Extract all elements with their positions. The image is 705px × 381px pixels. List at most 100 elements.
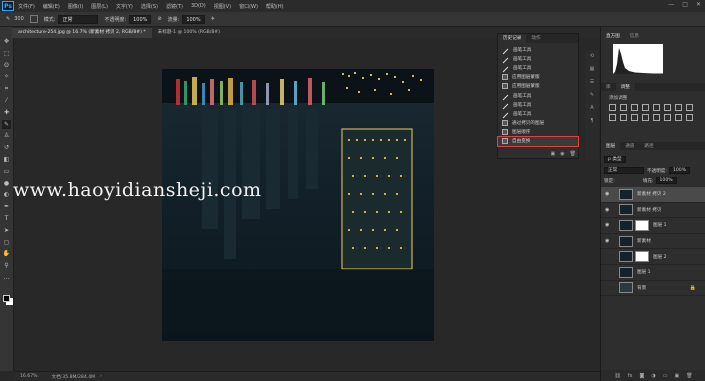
minimize-button[interactable]: — <box>668 1 674 8</box>
brush-panel-icon[interactable]: ✎ <box>590 92 594 98</box>
tab-histogram[interactable]: 直方图 <box>601 33 625 41</box>
history-item[interactable]: 画笔工具 <box>498 45 578 54</box>
black-white-icon[interactable] <box>686 104 693 111</box>
threshold-icon[interactable] <box>664 114 671 121</box>
history-item[interactable]: 画笔工具 <box>498 91 578 100</box>
trash-icon[interactable]: 🗑 <box>570 151 576 157</box>
type-tool-icon[interactable]: T <box>2 214 11 223</box>
layer-row[interactable]: 图层 2 <box>601 249 705 265</box>
tab-adjustments[interactable]: 调整 <box>615 83 635 91</box>
close-button[interactable]: ✕ <box>696 1 701 8</box>
hand-tool-icon[interactable]: ✋ <box>2 249 11 258</box>
paragraph-panel-icon[interactable]: ¶ <box>590 118 593 124</box>
history-item[interactable]: 画笔工具 <box>498 54 578 64</box>
brush-panel-toggle[interactable] <box>29 15 38 23</box>
layer-row[interactable]: 背景 🔒 <box>601 281 705 297</box>
tab-libraries[interactable]: 库 <box>601 83 616 91</box>
layer-row[interactable]: ◉ 新素材 拷贝 <box>601 203 705 219</box>
menu-image[interactable]: 图像(I) <box>68 3 83 10</box>
path-select-tool-icon[interactable]: ➤ <box>2 226 11 235</box>
history-item[interactable]: 画笔工具 <box>498 109 578 119</box>
layer-row[interactable]: 图层 1 <box>601 265 705 281</box>
new-layer-icon[interactable]: ▣ <box>674 373 679 379</box>
visibility-eye-icon[interactable]: ◉ <box>605 207 613 213</box>
shape-tool-icon[interactable]: ▢ <box>2 238 11 247</box>
layer-filter-select[interactable]: p 类型 <box>604 156 626 163</box>
lasso-tool-icon[interactable]: ʘ <box>2 61 11 70</box>
history-item[interactable]: 应用图层蒙版 <box>498 82 578 91</box>
channel-mixer-icon[interactable] <box>620 114 627 121</box>
history-item-selected[interactable]: 自由变换 <box>497 135 579 148</box>
vibrance-icon[interactable] <box>653 104 660 111</box>
curves-icon[interactable] <box>631 104 638 111</box>
tab-channels[interactable]: 通道 <box>620 142 639 150</box>
maximize-button[interactable]: □ <box>682 1 688 8</box>
eraser-tool-icon[interactable]: ◧ <box>2 155 11 164</box>
zoom-tool-icon[interactable]: ⚲ <box>2 261 11 270</box>
healing-tool-icon[interactable]: ✚ <box>2 108 11 117</box>
pen-tool-icon[interactable]: ✒ <box>2 202 11 211</box>
status-arrow-icon[interactable]: › <box>100 374 102 379</box>
history-item[interactable]: 画笔工具 <box>498 100 578 110</box>
photo-filter-icon[interactable] <box>609 114 616 121</box>
swatches-panel-icon[interactable]: ▦ <box>590 66 595 72</box>
brush-tool-icon[interactable]: ✎ <box>2 119 11 129</box>
layer-row[interactable]: ◉ 图层 1 <box>601 218 705 234</box>
menu-window[interactable]: 窗口(W) <box>239 3 258 10</box>
layer-style-icon[interactable]: fx <box>628 373 633 379</box>
visibility-eye-icon[interactable]: ◉ <box>605 222 613 228</box>
trash-icon[interactable]: 🗑 <box>686 373 692 379</box>
menu-edit[interactable]: 编辑(E) <box>43 3 60 10</box>
layer-row[interactable]: ◉ 新素材 <box>601 234 705 250</box>
history-item[interactable]: 应用图层蒙版 <box>498 73 578 82</box>
tab-actions[interactable]: 动作 <box>526 34 545 43</box>
quick-select-tool-icon[interactable]: ✧ <box>2 72 11 81</box>
history-item[interactable]: 画笔工具 <box>498 63 578 73</box>
blur-tool-icon[interactable]: ● <box>2 179 11 188</box>
levels-icon[interactable] <box>620 104 627 111</box>
crop-tool-icon[interactable]: ⌗ <box>2 84 11 93</box>
menu-help[interactable]: 帮助(H) <box>266 3 284 10</box>
tab-untitled[interactable]: 未标题-1 @ 100% (RGB/8#) <box>151 28 226 38</box>
new-document-from-state-icon[interactable]: ▣ <box>551 151 556 157</box>
menu-file[interactable]: 文件(F) <box>18 3 35 10</box>
eyedropper-tool-icon[interactable]: ⁄ <box>2 96 11 105</box>
fill-field[interactable]: 100% <box>655 177 677 184</box>
blend-mode-select[interactable]: 正常 <box>604 167 644 174</box>
tab-paths[interactable]: 路径 <box>639 142 658 150</box>
visibility-eye-icon[interactable]: ◉ <box>605 191 613 197</box>
move-tool-icon[interactable]: ✥ <box>2 37 11 46</box>
visibility-eye-icon[interactable]: ◉ <box>605 238 613 244</box>
opacity-field[interactable]: 100% <box>129 14 152 24</box>
layer-row[interactable]: ◉ 新素材 拷贝 2 <box>601 187 705 203</box>
flow-field[interactable]: 100% <box>182 14 205 24</box>
airbrush-toggle[interactable]: ✈ <box>211 16 215 22</box>
gradient-tool-icon[interactable]: ▭ <box>2 167 11 176</box>
menu-3d[interactable]: 3D(D) <box>191 3 206 9</box>
color-balance-icon[interactable] <box>675 104 682 111</box>
menu-type[interactable]: 文字(Y) <box>116 3 133 10</box>
link-layers-icon[interactable]: ⛓ <box>614 373 620 379</box>
add-mask-icon[interactable]: ◙ <box>640 373 645 379</box>
menu-layer[interactable]: 图层(L) <box>91 3 108 10</box>
city-night-photo[interactable] <box>162 69 434 341</box>
group-icon[interactable]: ▭ <box>663 373 668 379</box>
character-panel-icon[interactable]: A <box>590 105 593 111</box>
color-lookup-icon[interactable] <box>631 114 638 121</box>
hue-saturation-icon[interactable] <box>664 104 671 111</box>
pressure-opacity-toggle[interactable]: ⊘ <box>157 16 161 22</box>
tab-info[interactable]: 信息 <box>625 33 644 41</box>
more-tools-icon[interactable]: … <box>2 273 11 282</box>
history-brush-tool-icon[interactable]: ↺ <box>2 143 11 152</box>
menu-view[interactable]: 视图(V) <box>214 3 231 10</box>
adjustment-layer-icon[interactable]: ◑ <box>651 373 655 379</box>
properties-panel-icon[interactable]: ☰ <box>590 79 594 85</box>
brush-preset-picker[interactable]: ✎ 300 <box>6 16 24 22</box>
foreground-color-swatch[interactable] <box>3 295 10 302</box>
brightness-contrast-icon[interactable] <box>609 104 616 111</box>
history-item[interactable]: 通过拷贝的图层 <box>498 119 578 128</box>
zoom-level[interactable]: 16.67% <box>20 374 38 379</box>
dodge-tool-icon[interactable]: ◐ <box>2 190 11 199</box>
layer-opacity-field[interactable]: 100% <box>668 167 691 174</box>
tab-history[interactable]: 历史记录 <box>498 34 527 43</box>
